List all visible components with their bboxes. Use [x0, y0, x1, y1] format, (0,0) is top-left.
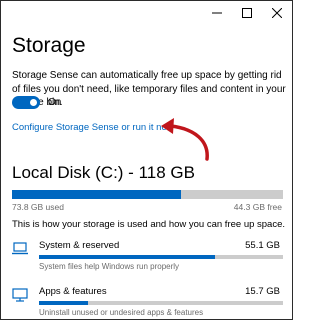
minimize-icon [212, 12, 222, 14]
laptop-icon [12, 242, 28, 255]
disk-usage-bar [12, 190, 283, 199]
close-icon [272, 8, 282, 18]
maximize-button[interactable] [232, 1, 262, 25]
category-subtitle: System files help Windows run properly [39, 262, 180, 271]
configure-storage-sense-link[interactable]: Configure Storage Sense or run it now [12, 122, 174, 133]
settings-window: Storage Storage Sense can automatically … [0, 0, 293, 320]
minimize-button[interactable] [202, 1, 232, 25]
storage-sense-toggle[interactable] [12, 96, 40, 109]
category-usage-bar [39, 301, 283, 305]
storage-sense-toggle-row: On [12, 96, 61, 109]
disk-free-text: 44.3 GB free [233, 202, 282, 212]
page-title: Storage [12, 34, 86, 57]
category-subtitle: Uninstall unused or undesired apps & fea… [39, 308, 204, 317]
category-system-reserved[interactable]: System & reserved 55.1 GB System files h… [12, 240, 283, 274]
maximize-icon [242, 8, 252, 18]
close-button[interactable] [262, 1, 292, 25]
category-usage-bar [39, 255, 283, 259]
toggle-knob [30, 99, 37, 106]
category-name: System & reserved [39, 240, 120, 251]
category-size: 55.1 GB [245, 240, 280, 251]
disk-title: Local Disk (C:) - 118 GB [12, 163, 195, 182]
monitor-icon [12, 288, 28, 302]
title-bar-controls [202, 1, 292, 25]
category-apps-features[interactable]: Apps & features 15.7 GB Uninstall unused… [12, 286, 283, 319]
annotation-arrow-icon [161, 118, 209, 161]
category-name: Apps & features [39, 286, 107, 297]
toggle-state-label: On [48, 97, 62, 108]
storage-info-text: This is how your storage is used and how… [12, 219, 286, 230]
category-size: 15.7 GB [245, 286, 280, 297]
category-usage-fill [39, 255, 215, 259]
disk-usage-fill [12, 190, 182, 199]
category-usage-fill [39, 301, 88, 305]
disk-used-text: 73.8 GB used [12, 202, 64, 212]
